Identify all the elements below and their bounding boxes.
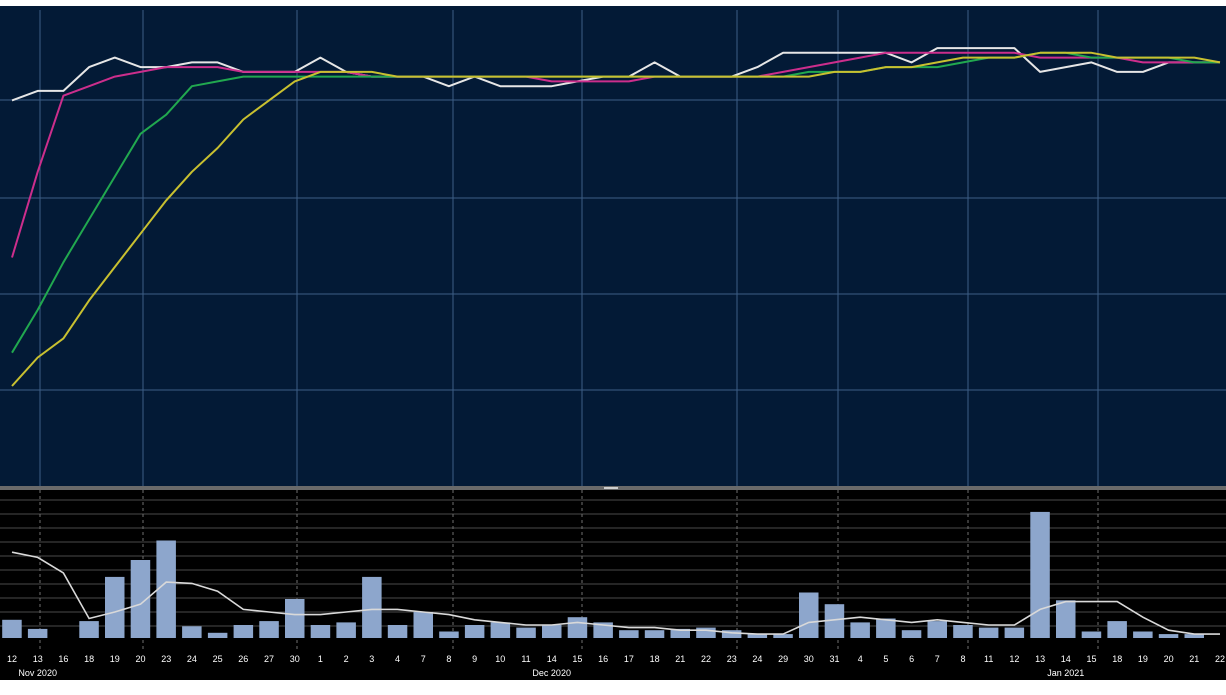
divider-handle[interactable] bbox=[604, 487, 618, 489]
x-tick-label: 12 bbox=[1009, 654, 1019, 664]
volume-bar bbox=[464, 625, 485, 638]
x-tick-label: 16 bbox=[58, 654, 68, 664]
x-tick-label: 12 bbox=[7, 654, 17, 664]
volume-bar bbox=[233, 625, 254, 638]
x-tick-label: 27 bbox=[264, 654, 274, 664]
volume-bar bbox=[2, 619, 22, 638]
volume-bar bbox=[182, 626, 202, 638]
volume-bar bbox=[927, 621, 947, 638]
volume-bar bbox=[27, 628, 48, 638]
volume-bar bbox=[799, 592, 819, 638]
volume-bar bbox=[567, 617, 588, 638]
x-tick-label: 23 bbox=[727, 654, 737, 664]
volume-bar bbox=[387, 625, 408, 638]
x-tick-label: 23 bbox=[161, 654, 171, 664]
x-tick-label: 21 bbox=[675, 654, 685, 664]
x-tick-label: 13 bbox=[33, 654, 43, 664]
x-tick-label: 18 bbox=[1112, 654, 1122, 664]
x-tick-label: 24 bbox=[752, 654, 762, 664]
x-tick-label: 18 bbox=[84, 654, 94, 664]
x-tick-label: 4 bbox=[858, 654, 863, 664]
chart-svg: 12 13 16 18 19 20 23 24 25 26 27 30 1 2 3 4 7 8 9 10 11 14 15 1… bbox=[0, 0, 1226, 690]
volume-bar bbox=[310, 625, 331, 638]
volume-bar bbox=[336, 622, 356, 638]
x-tick-label: 13 bbox=[1035, 654, 1045, 664]
x-tick-label: 22 bbox=[701, 654, 711, 664]
x-tick-label: 30 bbox=[290, 654, 300, 664]
x-tick-label: 8 bbox=[446, 654, 451, 664]
x-tick-label: 21 bbox=[1189, 654, 1199, 664]
x-tick-label: 29 bbox=[778, 654, 788, 664]
x-month-label: Nov 2020 bbox=[18, 668, 57, 678]
volume-bar bbox=[1133, 631, 1153, 638]
x-tick-label: 20 bbox=[1164, 654, 1174, 664]
volume-bar bbox=[156, 540, 176, 638]
volume-bar bbox=[285, 599, 305, 638]
x-tick-label: 8 bbox=[960, 654, 965, 664]
volume-bar bbox=[413, 612, 433, 638]
volume-bar bbox=[901, 630, 922, 638]
volume-bar bbox=[644, 630, 665, 638]
chart-root: 12 13 16 18 19 20 23 24 25 26 27 30 1 2 3 4 7 8 9 10 11 14 15 1… bbox=[0, 0, 1226, 690]
volume-bar bbox=[542, 625, 562, 638]
volume-bar bbox=[1081, 631, 1102, 638]
volume-bar bbox=[850, 622, 870, 638]
x-tick-label: 7 bbox=[935, 654, 940, 664]
x-month-label: Dec 2020 bbox=[532, 668, 571, 678]
volume-bar bbox=[207, 632, 228, 638]
x-tick-label: 25 bbox=[213, 654, 223, 664]
x-tick-label: 16 bbox=[598, 654, 608, 664]
price-panel-background bbox=[0, 6, 1226, 486]
x-tick-label: 26 bbox=[238, 654, 248, 664]
x-tick-label: 24 bbox=[187, 654, 197, 664]
x-tick-label: 3 bbox=[369, 654, 374, 664]
x-month-label: Jan 2021 bbox=[1047, 668, 1084, 678]
x-tick-label: 4 bbox=[395, 654, 400, 664]
volume-bar bbox=[1107, 621, 1127, 638]
x-tick-label: 7 bbox=[421, 654, 426, 664]
x-tick-label: 1 bbox=[318, 654, 323, 664]
volume-bar bbox=[696, 627, 716, 638]
volume-bar bbox=[1004, 627, 1025, 638]
volume-bar bbox=[259, 621, 279, 638]
x-tick-label: 10 bbox=[495, 654, 505, 664]
x-tick-label: 2 bbox=[344, 654, 349, 664]
x-tick-label: 14 bbox=[1061, 654, 1071, 664]
volume-bar bbox=[516, 627, 536, 638]
volume-bar bbox=[79, 621, 99, 638]
x-tick-label: 18 bbox=[650, 654, 660, 664]
x-tick-label: 11 bbox=[521, 654, 530, 664]
x-tick-label: 6 bbox=[909, 654, 914, 664]
x-tick-label: 11 bbox=[984, 654, 993, 664]
volume-bar bbox=[1056, 600, 1076, 638]
volume-bar bbox=[876, 618, 896, 638]
x-tick-label: 20 bbox=[135, 654, 145, 664]
volume-bar bbox=[490, 622, 511, 638]
x-tick-label: 17 bbox=[624, 654, 634, 664]
x-tick-label: 5 bbox=[883, 654, 888, 664]
x-tick-label: 15 bbox=[572, 654, 582, 664]
volume-bar bbox=[953, 625, 973, 638]
x-tick-label: 19 bbox=[110, 654, 120, 664]
x-tick-label: 9 bbox=[472, 654, 477, 664]
x-tick-label: 30 bbox=[804, 654, 814, 664]
x-tick-label: 19 bbox=[1138, 654, 1148, 664]
volume-bar bbox=[619, 630, 639, 638]
volume-bar bbox=[362, 576, 382, 638]
volume-bar bbox=[105, 576, 125, 638]
x-tick-label: 15 bbox=[1086, 654, 1096, 664]
x-tick-label: 31 bbox=[829, 654, 839, 664]
volume-bar bbox=[1158, 634, 1179, 638]
volume-bar bbox=[439, 631, 459, 638]
x-tick-label: 14 bbox=[547, 654, 557, 664]
volume-bar bbox=[1030, 511, 1050, 638]
volume-bar bbox=[978, 627, 999, 638]
x-tick-label: 22 bbox=[1215, 654, 1225, 664]
